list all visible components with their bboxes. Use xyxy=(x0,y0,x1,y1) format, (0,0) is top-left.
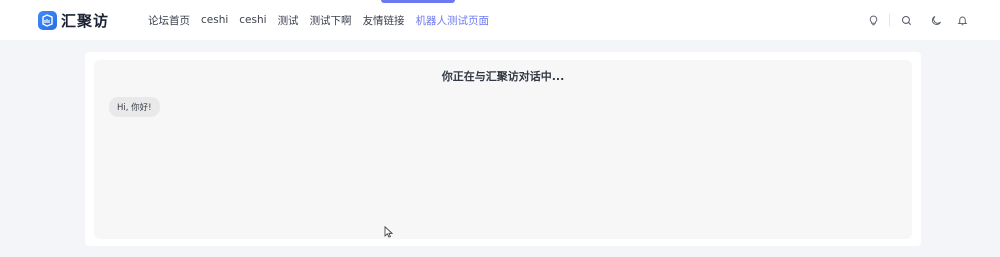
divider xyxy=(889,14,890,26)
header-actions xyxy=(865,12,970,28)
nav-item-test[interactable]: 测试 xyxy=(278,13,299,28)
main-nav: 论坛首页 ceshi ceshi 测试 测试下啊 友情链接 机器人测试页面 xyxy=(148,0,489,40)
nav-item-forum-home[interactable]: 论坛首页 xyxy=(148,13,190,28)
chat-panel: 你正在与汇聚访对话中... Hi, 你好! xyxy=(94,60,912,239)
message-bubble: Hi, 你好! xyxy=(109,97,160,117)
moon-icon[interactable] xyxy=(928,12,944,28)
nav-item-ceshi-2[interactable]: ceshi xyxy=(239,14,266,26)
brand-name: 汇聚访 xyxy=(61,12,110,30)
nav-item-robot-test-page[interactable]: 机器人测试页面 xyxy=(416,13,490,28)
nav-item-test-more[interactable]: 测试下啊 xyxy=(310,13,352,28)
site-logo[interactable]: 汇聚访 xyxy=(38,10,109,31)
lightbulb-icon[interactable] xyxy=(865,12,881,28)
logo-mark-icon xyxy=(38,11,57,30)
nav-item-friend-links[interactable]: 友情链接 xyxy=(363,13,405,28)
top-navbar: 汇聚访 论坛首页 ceshi ceshi 测试 测试下啊 友情链接 机器人测试页… xyxy=(0,0,1000,40)
search-icon[interactable] xyxy=(898,12,914,28)
chat-status-title: 你正在与汇聚访对话中... xyxy=(441,70,565,83)
nav-item-ceshi-1[interactable]: ceshi xyxy=(201,14,228,26)
mouse-cursor-icon xyxy=(384,223,394,242)
chat-card: 你正在与汇聚访对话中... Hi, 你好! xyxy=(85,52,921,246)
bell-icon[interactable] xyxy=(954,12,970,28)
